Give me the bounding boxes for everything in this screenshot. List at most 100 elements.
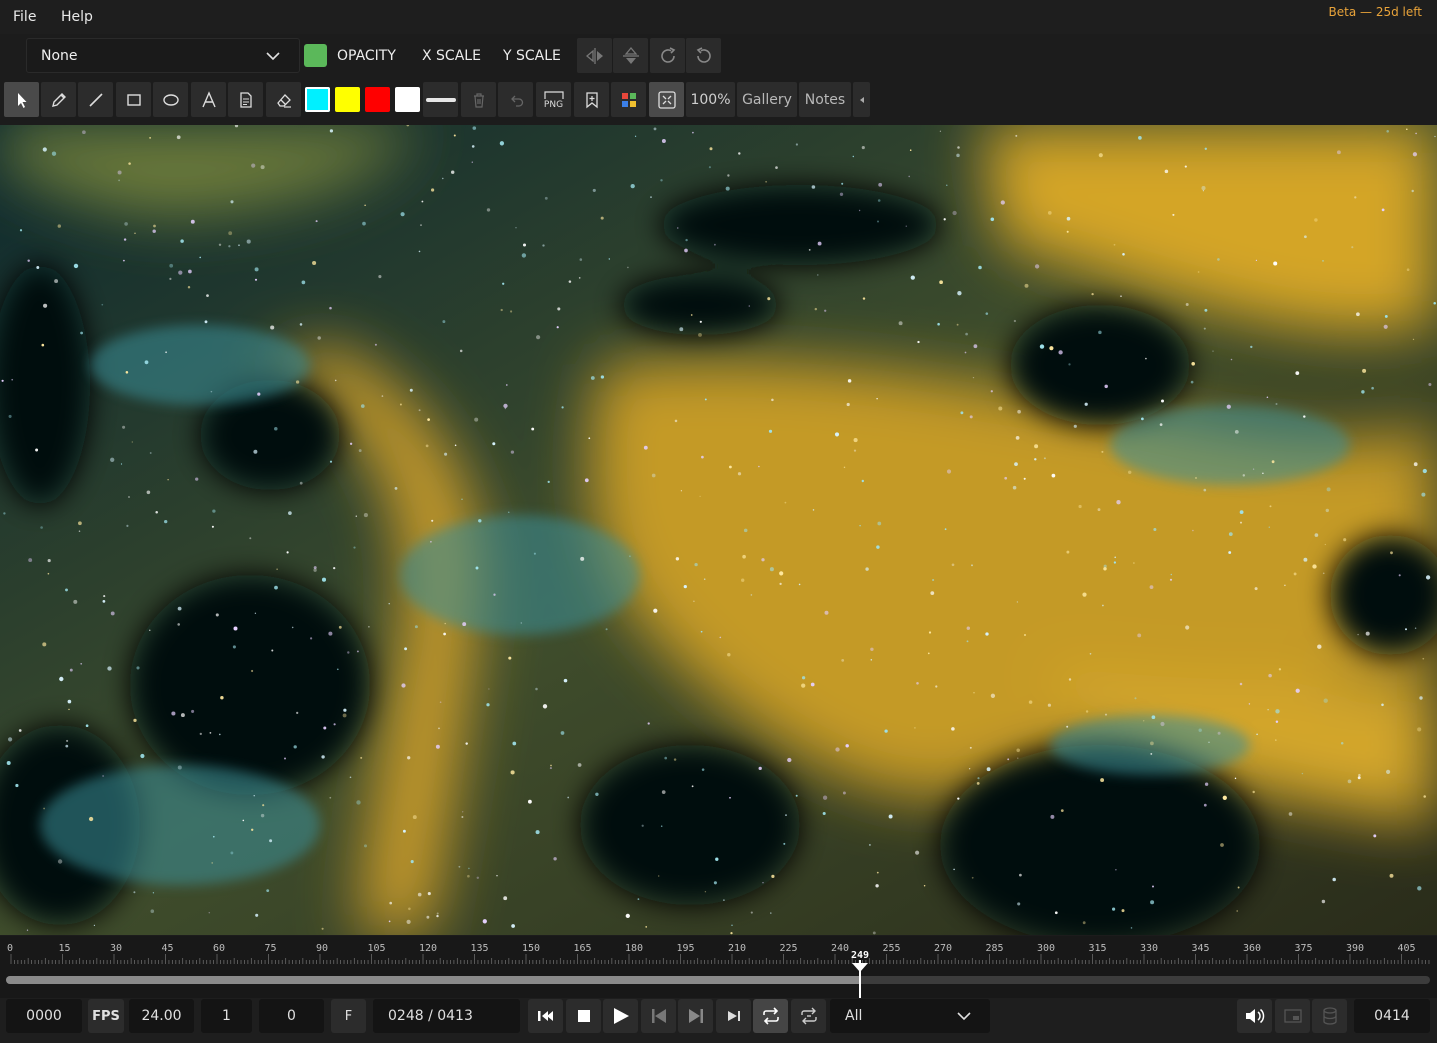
notes-button[interactable]: Notes — [799, 82, 851, 117]
gallery-button[interactable]: Gallery — [737, 82, 797, 117]
collapse-toolbar-button[interactable] — [853, 82, 870, 117]
flip-vertical-button[interactable] — [613, 38, 648, 73]
pointer-tool-button[interactable] — [4, 82, 39, 117]
ruler-tick-label: 45 — [161, 943, 174, 954]
fit-to-screen-button[interactable] — [649, 82, 684, 117]
preset-dropdown[interactable]: None — [26, 38, 300, 73]
stroke-width-icon — [425, 97, 456, 102]
rotate-ccw-icon — [696, 46, 711, 63]
end-frame-value: 0414 — [1374, 1008, 1410, 1024]
timeline-progress — [6, 976, 861, 984]
ruler-tick-label: 390 — [1346, 943, 1365, 954]
eraser-tool-button[interactable] — [266, 82, 301, 117]
skip-to-end-icon — [727, 1011, 740, 1021]
offset-value: 0 — [287, 1008, 296, 1024]
gallery-label: Gallery — [742, 91, 792, 108]
start-frame-value: 0000 — [26, 1008, 62, 1024]
storage-button[interactable] — [1312, 999, 1347, 1033]
ruler-tick-label: 345 — [1191, 943, 1210, 954]
image-viewport[interactable] — [0, 125, 1437, 935]
layer-color-swatch[interactable] — [304, 44, 327, 67]
fps-field[interactable]: 24.00 — [129, 999, 194, 1033]
skip-to-start-icon — [537, 1011, 553, 1021]
y-scale-label[interactable]: Y SCALE — [503, 48, 561, 64]
opacity-label[interactable]: OPACITY — [337, 48, 396, 64]
preset-dropdown-value: None — [41, 48, 78, 64]
playhead-line[interactable] — [859, 960, 861, 998]
ruler-tick-label: 0 — [7, 943, 14, 954]
color-swatch-red[interactable] — [365, 87, 390, 112]
ruler-tick-label: 105 — [367, 943, 386, 954]
ruler-tick-label: 300 — [1037, 943, 1056, 954]
next-frame-button[interactable] — [678, 999, 713, 1033]
ruler-tick-label: 330 — [1140, 943, 1159, 954]
line-tool-button[interactable] — [78, 82, 113, 117]
frame-mode-button[interactable]: F — [331, 999, 366, 1033]
zoom-level-button[interactable]: 100% — [686, 82, 735, 117]
ruler-tick-label: 405 — [1397, 943, 1416, 954]
annotation-toolbar: PNG 100% Gallery Notes — [0, 81, 1437, 119]
menu-help[interactable]: Help — [61, 9, 93, 25]
rectangle-tool-button[interactable] — [116, 82, 151, 117]
start-frame-field[interactable]: 0000 — [6, 999, 82, 1033]
bookmark-icon — [585, 91, 598, 108]
ruler-tick-label: 225 — [779, 943, 798, 954]
undo-button[interactable] — [498, 82, 533, 117]
video-frame-image — [0, 125, 1437, 935]
ruler-tick-label: 210 — [728, 943, 747, 954]
menu-file[interactable]: File — [13, 9, 36, 25]
color-swatch-white[interactable] — [395, 87, 420, 112]
export-png-button[interactable]: PNG — [536, 82, 571, 117]
x-scale-label[interactable]: X SCALE — [422, 48, 481, 64]
ping-pong-button[interactable] — [791, 999, 826, 1033]
fit-screen-icon — [657, 90, 676, 109]
volume-icon — [1245, 1008, 1264, 1024]
previous-frame-button[interactable] — [641, 999, 676, 1033]
end-frame-field[interactable]: 0414 — [1354, 999, 1430, 1033]
step-field[interactable]: 1 — [201, 999, 252, 1033]
rotate-cw-button[interactable] — [650, 38, 685, 73]
eraser-icon — [276, 93, 291, 108]
rotate-cw-icon — [660, 46, 675, 63]
color-grid-button[interactable] — [611, 82, 646, 117]
ellipse-tool-button[interactable] — [153, 82, 188, 117]
timeline-ruler[interactable]: 0 15 30 45 60 75 90 105 120 135 150 165 180 195 210 225… — [0, 936, 1437, 970]
transform-toolbar: None OPACITY X SCALE Y SCALE — [0, 36, 1437, 76]
timeline[interactable]: 0 15 30 45 60 75 90 105 120 135 150 165 180 195 210 225… — [0, 936, 1437, 998]
image-icon — [543, 90, 564, 99]
go-to-end-button[interactable] — [716, 999, 751, 1033]
loop-icon — [762, 1007, 779, 1025]
frame-counter-value: 0248 / 0413 — [388, 1008, 473, 1024]
volume-button[interactable] — [1237, 999, 1272, 1033]
picture-in-picture-button[interactable] — [1275, 999, 1310, 1033]
delete-button[interactable] — [461, 82, 496, 117]
flip-vertical-icon — [622, 46, 639, 64]
offset-field[interactable]: 0 — [259, 999, 324, 1033]
flip-horizontal-button[interactable] — [577, 38, 612, 73]
bookmark-button[interactable] — [574, 82, 609, 117]
ruler-tick-label: 360 — [1243, 943, 1262, 954]
pencil-tool-button[interactable] — [41, 82, 76, 117]
loop-button[interactable] — [753, 999, 788, 1033]
flip-horizontal-icon — [585, 47, 603, 64]
go-to-start-button[interactable] — [528, 999, 563, 1033]
text-tool-button[interactable] — [191, 82, 226, 117]
color-swatch-yellow[interactable] — [335, 87, 360, 112]
zoom-level-label: 100% — [690, 91, 731, 108]
ruler-tick-label: 375 — [1294, 943, 1313, 954]
note-tool-button[interactable] — [228, 82, 263, 117]
stop-button[interactable] — [566, 999, 601, 1033]
ellipse-icon — [162, 93, 179, 106]
fps-button[interactable]: FPS — [88, 999, 124, 1033]
ruler-tick-label: 240 — [831, 943, 850, 954]
play-button[interactable] — [603, 999, 638, 1033]
ruler-tick-label: 255 — [882, 943, 901, 954]
step-back-icon — [651, 1009, 666, 1023]
menu-file-label: File — [13, 9, 37, 25]
range-select[interactable]: All — [830, 999, 990, 1033]
stroke-width-button[interactable] — [423, 82, 458, 117]
beta-notice: Beta — 25d left — [1328, 5, 1422, 19]
rotate-ccw-button[interactable] — [686, 38, 721, 73]
frame-counter[interactable]: 0248 / 0413 — [373, 999, 520, 1033]
color-swatch-cyan[interactable] — [305, 87, 330, 112]
